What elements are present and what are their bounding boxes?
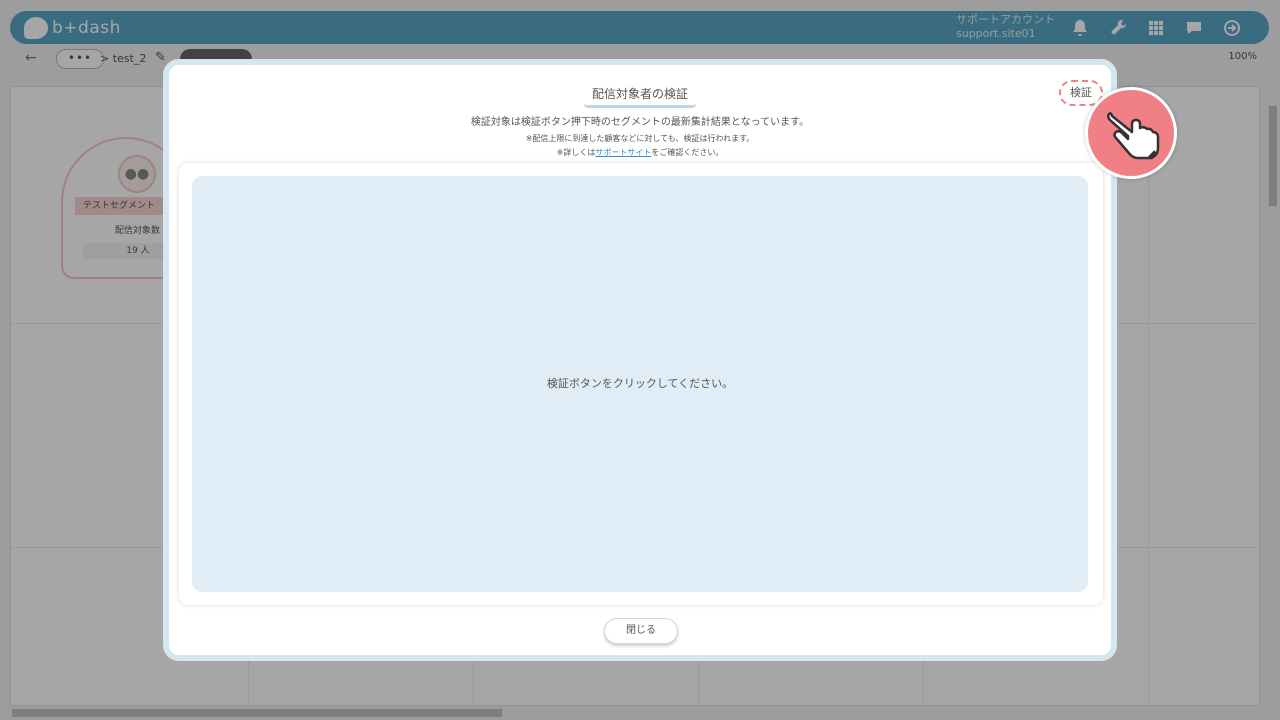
- note-2-prefix: ※詳しくは: [556, 148, 596, 157]
- modal-note-2: ※詳しくはサポートサイトをご確認ください。: [169, 147, 1111, 158]
- empty-message: 検証ボタンをクリックしてください。: [546, 377, 734, 390]
- result-container: 検証ボタンをクリックしてください。: [179, 163, 1103, 605]
- modal-title: 配信対象者の検証: [583, 85, 696, 108]
- support-site-link[interactable]: サポートサイト: [595, 148, 651, 157]
- modal-description: 検証対象は検証ボタン押下時のセグメントの最新集計結果となっています。: [470, 117, 810, 128]
- pointer-hand-icon: [1085, 87, 1177, 179]
- close-button[interactable]: 閉じる: [604, 618, 678, 644]
- modal-note-1: ※配信上限に到達した顧客などに対しても、検証は行われます。: [525, 134, 755, 143]
- note-2-suffix: をご確認ください。: [651, 148, 724, 157]
- result-panel: 検証ボタンをクリックしてください。: [192, 176, 1088, 592]
- verification-modal: 配信対象者の検証 検証対象は検証ボタン押下時のセグメントの最新集計結果となってい…: [163, 59, 1117, 661]
